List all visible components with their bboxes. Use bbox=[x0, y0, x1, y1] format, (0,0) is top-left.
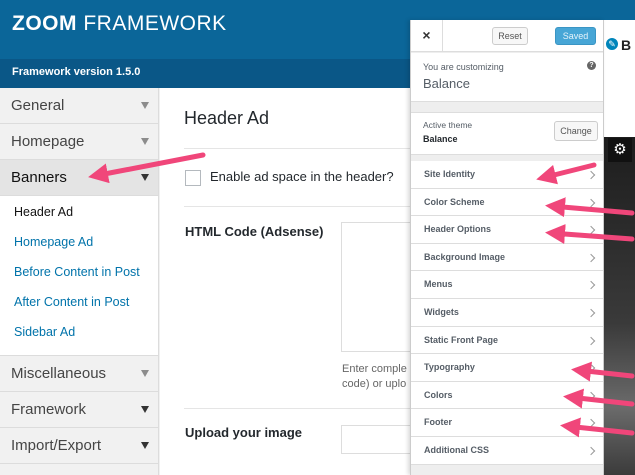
caret-down-icon bbox=[141, 102, 149, 109]
help-icon[interactable]: ? bbox=[587, 61, 596, 70]
caret-down-icon bbox=[141, 138, 149, 145]
section-background-image[interactable]: Background Image bbox=[411, 243, 603, 272]
customizer-header: × Reset Saved bbox=[411, 20, 603, 52]
submenu-item-homepage-ad[interactable]: Homepage Ad bbox=[0, 227, 158, 257]
gear-icon[interactable]: ⚙ bbox=[608, 138, 632, 162]
sidebar-item-label: Miscellaneous bbox=[11, 365, 107, 382]
section-color-scheme[interactable]: Color Scheme bbox=[411, 188, 603, 217]
banners-submenu: Header Ad Homepage Ad Before Content in … bbox=[0, 196, 158, 356]
customizer-sections: Site Identity Color Scheme Header Option… bbox=[411, 161, 603, 465]
section-footer[interactable]: Footer bbox=[411, 409, 603, 437]
saved-button[interactable]: Saved bbox=[555, 27, 596, 45]
chevron-right-icon bbox=[586, 253, 596, 263]
chevron-right-icon bbox=[586, 198, 596, 207]
submenu-item-after-content[interactable]: After Content in Post bbox=[0, 287, 158, 317]
active-theme-name: Balance bbox=[423, 134, 458, 144]
html-code-help: Enter comple code) or uplo bbox=[342, 363, 407, 390]
customizing-site-name: Balance bbox=[423, 76, 470, 91]
change-theme-button[interactable]: Change bbox=[554, 121, 598, 141]
section-colors[interactable]: Colors bbox=[411, 381, 603, 410]
caret-down-icon bbox=[141, 174, 149, 181]
sidebar-item-homepage[interactable]: Homepage bbox=[0, 124, 158, 160]
section-menus[interactable]: Menus bbox=[411, 271, 603, 299]
chevron-right-icon bbox=[586, 170, 596, 180]
chevron-right-icon bbox=[586, 363, 596, 373]
upload-image-label: Upload your image bbox=[185, 425, 303, 440]
section-typography[interactable]: Typography bbox=[411, 354, 603, 382]
pencil-icon[interactable]: ✎ bbox=[605, 37, 619, 51]
framework-logo: ZOOM FRAMEWORK bbox=[12, 12, 227, 35]
framework-sidebar: General Homepage Banners Header Ad Homep… bbox=[0, 88, 159, 475]
sidebar-item-framework[interactable]: Framework bbox=[0, 392, 158, 428]
active-theme-section: Active theme Balance Change bbox=[411, 112, 603, 155]
section-widgets[interactable]: Widgets bbox=[411, 298, 603, 327]
sidebar-item-general[interactable]: General bbox=[0, 88, 158, 124]
chevron-right-icon bbox=[586, 308, 596, 318]
section-static-front-page[interactable]: Static Front Page bbox=[411, 326, 603, 355]
sidebar-item-import-export[interactable]: Import/Export bbox=[0, 428, 158, 464]
reset-button[interactable]: Reset bbox=[492, 27, 528, 45]
close-icon[interactable]: × bbox=[411, 20, 443, 52]
chevron-right-icon bbox=[586, 446, 596, 456]
enable-header-ad-label: Enable ad space in the header? bbox=[210, 169, 394, 184]
chevron-right-icon bbox=[586, 391, 596, 400]
preview-site-title: B bbox=[621, 37, 632, 53]
sidebar-item-label: Import/Export bbox=[11, 437, 102, 454]
submenu-item-before-content[interactable]: Before Content in Post bbox=[0, 257, 158, 287]
caret-down-icon bbox=[141, 442, 149, 449]
chevron-right-icon bbox=[586, 281, 596, 290]
sidebar-item-miscellaneous[interactable]: Miscellaneous bbox=[0, 356, 158, 392]
chevron-right-icon bbox=[586, 336, 596, 345]
sidebar-item-banners[interactable]: Banners bbox=[0, 160, 158, 196]
page-title: Header Ad bbox=[184, 108, 270, 128]
section-site-identity[interactable]: Site Identity bbox=[411, 161, 603, 189]
submenu-item-header-ad[interactable]: Header Ad bbox=[0, 197, 158, 227]
html-code-label: HTML Code (Adsense) bbox=[185, 224, 324, 239]
customizing-info: You are customizing Balance ? bbox=[411, 53, 603, 102]
customizer-panel: × Reset Saved You are customizing Balanc… bbox=[410, 20, 604, 475]
upload-image-input[interactable] bbox=[341, 425, 421, 454]
sidebar-item-label: Homepage bbox=[11, 133, 85, 150]
preview-hero-image bbox=[604, 137, 635, 475]
framework-version: Framework version 1.5.0 bbox=[12, 66, 141, 78]
active-theme-label: Active theme bbox=[423, 120, 473, 130]
caret-down-icon bbox=[141, 406, 149, 413]
submenu-item-sidebar-ad[interactable]: Sidebar Ad bbox=[0, 317, 158, 347]
chevron-right-icon bbox=[586, 419, 596, 428]
section-additional-css[interactable]: Additional CSS bbox=[411, 436, 603, 465]
enable-header-ad-checkbox[interactable] bbox=[185, 170, 201, 186]
sidebar-item-label: Framework bbox=[11, 401, 87, 418]
caret-down-icon bbox=[141, 370, 149, 377]
customizing-label: You are customizing bbox=[423, 62, 504, 72]
chevron-right-icon bbox=[586, 225, 596, 235]
sidebar-item-label: Banners bbox=[11, 169, 67, 186]
sidebar-item-label: General bbox=[11, 97, 65, 114]
section-header-options[interactable]: Header Options bbox=[411, 216, 603, 244]
html-code-textarea[interactable] bbox=[341, 222, 421, 352]
